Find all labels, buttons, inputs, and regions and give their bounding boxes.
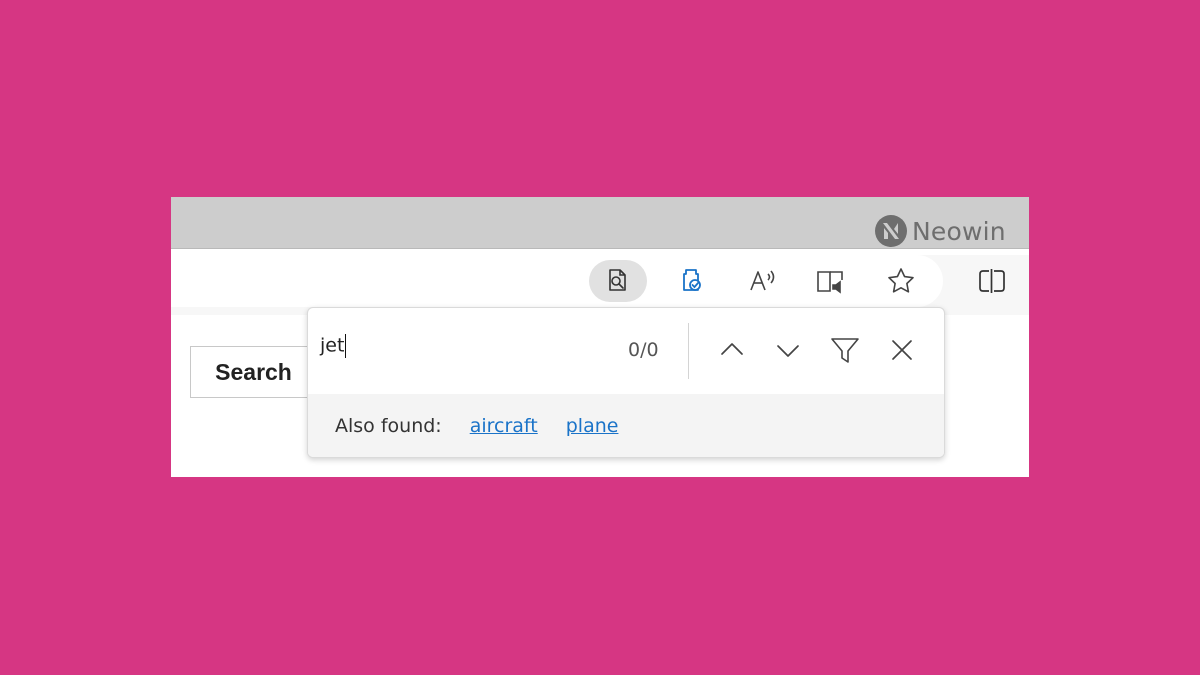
neowin-logo-icon: [875, 215, 907, 247]
immersive-reader-icon: [817, 271, 843, 294]
find-on-page-icon: [609, 269, 626, 291]
find-input-row: jet 0/0: [308, 308, 944, 394]
extension-icon: [683, 269, 701, 291]
also-found-row: Also found: aircraft plane: [308, 394, 944, 457]
chevron-up-icon: [721, 343, 743, 355]
immersive-reader-button[interactable]: [802, 260, 860, 302]
text-caret: [345, 334, 347, 358]
search-button[interactable]: Search: [190, 346, 316, 398]
close-icon: [892, 340, 912, 360]
watermark-text: Neowin: [912, 216, 1006, 246]
favorites-star-icon: [888, 268, 914, 293]
browser-screenshot: Neowin Search jet 0/0 Also found: aircra…: [171, 197, 1029, 477]
divider: [688, 323, 689, 379]
find-query: jet: [320, 334, 345, 357]
next-match-button[interactable]: [768, 330, 808, 370]
extension-button[interactable]: [663, 260, 721, 302]
suggestion-link-aircraft[interactable]: aircraft: [470, 415, 538, 437]
favorites-button[interactable]: [872, 260, 930, 302]
chevron-down-icon: [777, 345, 799, 357]
read-aloud-button[interactable]: [734, 260, 792, 302]
find-input[interactable]: jet: [320, 334, 347, 358]
split-screen-button[interactable]: [963, 260, 1021, 302]
also-found-label: Also found:: [335, 414, 442, 437]
find-on-page-button[interactable]: [589, 260, 647, 302]
filter-icon: [831, 338, 859, 363]
split-screen-icon: [979, 269, 1005, 293]
suggestion-link-plane[interactable]: plane: [566, 415, 619, 437]
filter-button[interactable]: [825, 330, 865, 370]
previous-match-button[interactable]: [712, 330, 752, 370]
read-aloud-icon: [750, 270, 775, 291]
neowin-watermark: Neowin: [874, 214, 1006, 248]
close-find-button[interactable]: [882, 330, 922, 370]
title-bar: Neowin: [171, 197, 1029, 249]
match-count: 0/0: [628, 339, 659, 361]
find-on-page-panel: jet 0/0 Also found: aircraft plane: [307, 307, 945, 458]
